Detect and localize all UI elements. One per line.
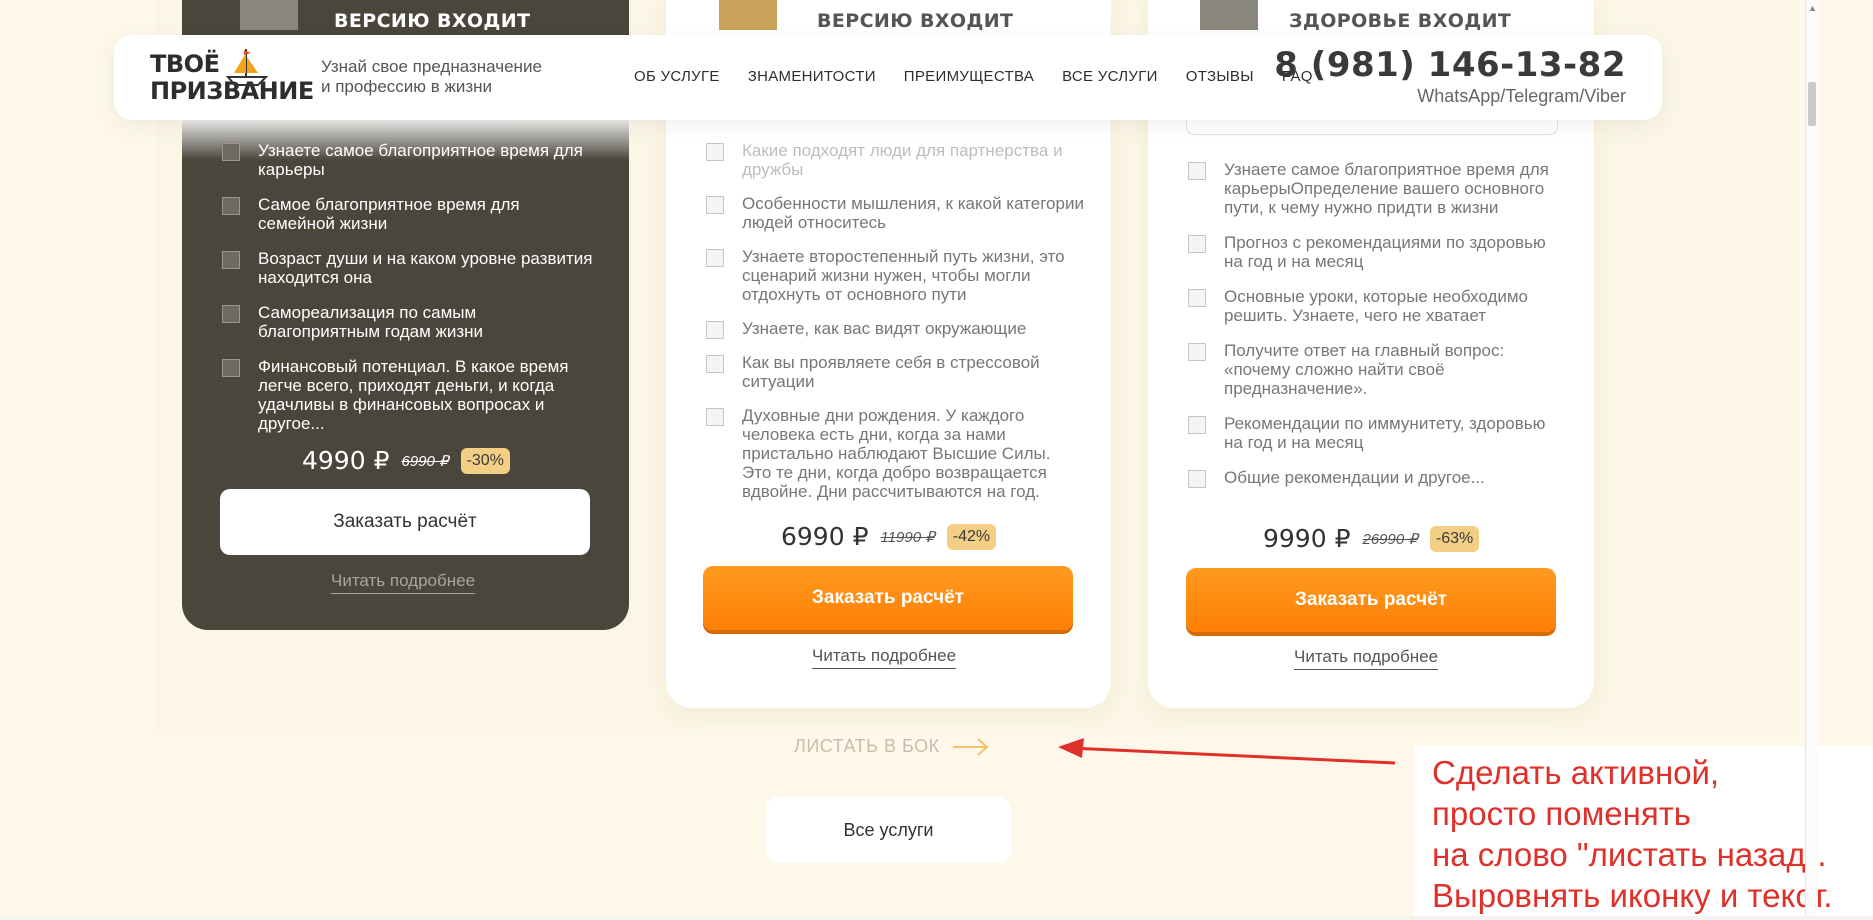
main-nav: ОБ УСЛУГЕ ЗНАМЕНИТОСТИ ПРЕИМУЩЕСТВА ВСЕ … [634,68,1313,85]
feature-image-placeholder-icon [706,143,724,161]
list-item: Узнаете самое благоприятное время для ка… [220,141,600,179]
product-image [240,0,298,30]
list-item: Самое благоприятное время для семейной ж… [220,195,600,233]
list-item: Какие подходят люди для партнерства и др… [704,141,1084,179]
feature-list: Узнаете самое благоприятное время для ка… [1186,160,1566,503]
list-item: Основные уроки, которые необходимо решит… [1186,287,1566,325]
price: 6990 ₽ [781,522,869,551]
price-row: 4990 ₽ 6990 ₽ -30% [302,446,510,475]
feature-image-placeholder-icon [706,196,724,214]
messengers-label: WhatsApp/Telegram/Viber [1417,86,1626,106]
feature-image-placeholder-icon [1188,343,1206,361]
list-item: Узнаете самое благоприятное время для ка… [1186,160,1566,217]
list-item: Общие рекомендации и другое... [1186,468,1566,488]
all-services-button[interactable]: Все услуги [766,797,1011,863]
site-header: ТВОЁ ПРИЗВАНИЕ Узнай свое предназначение… [114,35,1662,120]
order-button[interactable]: Заказать расчёт [1186,568,1556,632]
read-more-link[interactable]: Читать подробнее [1294,647,1439,670]
list-item: Узнаете второстепенный путь жизни, это с… [704,247,1084,304]
product-image [1200,0,1258,30]
card-heading: ВЕРСИЮ ВХОДИТ [334,10,531,32]
list-item: Финансовый потенциал. В какое время легч… [220,357,600,433]
feature-image-placeholder-icon [222,305,240,323]
read-more-link[interactable]: Читать подробнее [331,571,476,594]
price-row: 9990 ₽ 26990 ₽ -63% [1263,524,1480,553]
product-image [719,0,777,30]
boat-logo-icon [226,49,268,86]
tagline: Узнай свое предназначение и профессию в … [321,57,542,96]
discount-badge: -30% [460,447,510,474]
feature-list: Какие подходят люди для партнерства и др… [704,141,1084,516]
list-item: Прогноз с рекомендациями по здоровью на … [1186,233,1566,271]
swipe-control[interactable]: ЛИСТАТЬ В БОК [794,736,990,757]
nav-item-about[interactable]: ОБ УСЛУГЕ [634,68,720,85]
scroll-up-icon[interactable]: ▲ [1808,4,1817,13]
feature-image-placeholder-icon [1188,235,1206,253]
feature-image-placeholder-icon [222,359,240,377]
vertical-scrollbar[interactable]: ▲ [1805,0,1818,920]
annotation-note: Сделать активной, просто поменять на сло… [1432,754,1833,914]
feature-image-placeholder-icon [1188,289,1206,307]
nav-item-celebrities[interactable]: ЗНАМЕНИТОСТИ [748,68,876,85]
scrollbar-thumb[interactable] [1808,82,1816,126]
old-price: 26990 ₽ [1362,530,1418,548]
nav-item-advantages[interactable]: ПРЕИМУЩЕСТВА [904,68,1034,85]
read-more-link[interactable]: Читать подробнее [812,646,957,669]
list-item: Особенности мышления, к какой категории … [704,194,1084,232]
list-item: Возраст души и на каком уровне развития … [220,249,600,287]
discount-badge: -63% [1429,525,1480,552]
phone-number[interactable]: 8 (981) 146-13-82 [1274,45,1626,85]
swipe-label: ЛИСТАТЬ В БОК [794,736,940,756]
card-heading: ВЕРСИЮ ВХОДИТ [817,10,1014,32]
red-annotation-arrow-icon [1058,738,1396,765]
feature-image-placeholder-icon [706,321,724,339]
feature-image-placeholder-icon [706,408,724,426]
feature-image-placeholder-icon [1188,162,1206,180]
card-heading: ЗДОРОВЬЕ ВХОДИТ [1289,10,1512,32]
feature-list: Узнаете самое благоприятное время для ка… [220,141,600,449]
logo[interactable]: ТВОЁ ПРИЗВАНИЕ [150,49,314,109]
page-bottom-edge [0,916,1873,920]
old-price: 6990 ₽ [401,452,449,470]
order-button[interactable]: Заказать расчёт [220,489,590,555]
old-price: 11990 ₽ [880,528,935,546]
feature-image-placeholder-icon [222,251,240,269]
list-item: Рекомендации по иммунитету, здоровью на … [1186,414,1566,452]
arrow-right-icon [952,737,989,756]
feature-image-placeholder-icon [1188,416,1206,434]
feature-image-placeholder-icon [706,355,724,373]
price-row: 6990 ₽ 11990 ₽ -42% [781,522,997,551]
feature-image-placeholder-icon [222,143,240,161]
list-item: Как вы проявляете себя в стрессовой ситу… [704,353,1084,391]
list-item: Духовные дни рождения. У каждого человек… [704,406,1084,501]
list-item: Получите ответ на главный вопрос: «почем… [1186,341,1566,398]
feature-image-placeholder-icon [706,249,724,267]
order-button[interactable]: Заказать расчёт [703,566,1073,630]
feature-image-placeholder-icon [1188,470,1206,488]
price: 4990 ₽ [302,446,390,475]
feature-image-placeholder-icon [222,197,240,215]
price: 9990 ₽ [1263,524,1351,553]
nav-item-all-services[interactable]: ВСЕ УСЛУГИ [1062,68,1158,85]
list-item: Самореализация по самым благоприятным го… [220,303,600,341]
nav-item-reviews[interactable]: ОТЗЫВЫ [1186,68,1254,85]
discount-badge: -42% [946,523,997,550]
list-item: Узнаете, как вас видят окружающие [704,319,1084,339]
